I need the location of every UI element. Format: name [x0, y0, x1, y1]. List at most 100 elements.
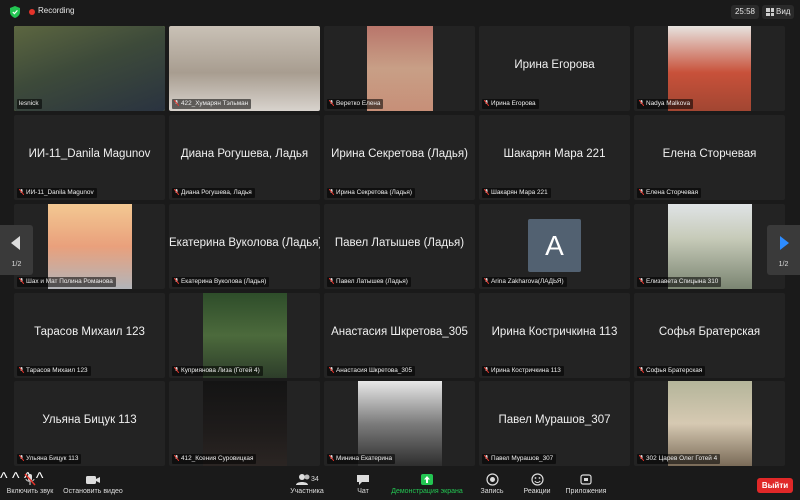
participant-label-text: Arina Zakharova(ЛАДЬЯ)	[491, 278, 564, 285]
participant-label-text: Анастасия Шкретова_305	[336, 367, 413, 374]
participant-label: Arina Zakharova(ЛАДЬЯ)	[482, 277, 567, 287]
participant-label: Диана Рогушева, Ладья	[172, 188, 255, 198]
next-page-button[interactable]: 1/2	[767, 225, 800, 275]
participant-tile[interactable]: A Arina Zakharova(ЛАДЬЯ)	[479, 204, 630, 289]
participant-label-text: ИИ-11_Danila Magunov	[26, 189, 94, 196]
participant-tile[interactable]: Тарасов Михаил 123 Тарасов Михаил 123	[14, 293, 165, 378]
participant-tile[interactable]: Минина Екатерина	[324, 381, 475, 466]
record-button[interactable]: Запись	[478, 473, 506, 495]
participant-name: Шакарян Мара 221	[503, 148, 606, 160]
participant-label: Екатерина Вуколова (Ладья)	[172, 277, 270, 287]
record-icon	[485, 473, 499, 486]
participants-icon: 34	[296, 474, 319, 485]
participant-tile[interactable]: Ульяна Бицук 113 Ульяна Бицук 113	[14, 381, 165, 466]
participant-label-text: Веретко Елена	[336, 100, 381, 107]
mic-muted-icon	[484, 100, 489, 106]
participant-label: Павел Латышев (Ладья)	[327, 277, 411, 287]
stop-video-button[interactable]: Остановить видео	[60, 473, 126, 495]
unmute-button[interactable]: Включить звук	[4, 473, 56, 495]
participant-tile[interactable]: 422_Хумарян Тэльман	[169, 26, 320, 111]
apps-button[interactable]: Приложения	[564, 473, 608, 495]
top-bar: Recording 25:58 Вид	[0, 0, 800, 24]
participant-label: Шах и Мат Полина Романова	[17, 277, 116, 287]
recording-label: Recording	[38, 6, 75, 15]
participant-tile[interactable]: Шах и Мат Полина Романова	[14, 204, 165, 289]
participant-label-text: Диана Рогушева, Ладья	[181, 189, 252, 196]
participant-name: Павел Мурашов_307	[498, 414, 611, 426]
leave-meeting-button[interactable]: Выйти	[757, 478, 793, 493]
mic-muted-icon	[19, 189, 24, 195]
share-screen-button[interactable]: Демонстрация экрана	[388, 473, 466, 495]
arrow-right-icon	[780, 236, 789, 250]
participant-name: Ирина Секретова (Ладья)	[331, 148, 468, 160]
participant-tile[interactable]: Nadya Malkova	[634, 26, 785, 111]
participant-name: Тарасов Михаил 123	[34, 326, 145, 338]
meeting-timer: 25:58	[731, 5, 759, 19]
share-screen-label: Демонстрация экрана	[391, 488, 463, 495]
participant-label-text: Павел Мурашов_307	[491, 455, 554, 462]
grid-view-icon	[766, 8, 774, 16]
participant-label: 302 Царев Олег Готей 4	[637, 454, 721, 464]
participant-label-text: Елизавета Спицына 310	[646, 278, 719, 285]
participant-tile[interactable]: Ирина Костричкина 113 Ирина Костричкина 1…	[479, 293, 630, 378]
mic-muted-icon	[639, 189, 644, 195]
participant-label: lesnick	[17, 99, 42, 109]
bottom-toolbar: Включить звук ^ Остановить видео ^ 34 Уч…	[0, 470, 800, 500]
apps-icon	[580, 474, 592, 485]
chat-bubble-icon	[357, 475, 369, 485]
participant-tile[interactable]: Елизавета Спицына 310	[634, 204, 785, 289]
participant-label-text: Nadya Malkova	[646, 100, 691, 107]
mic-muted-icon	[329, 100, 334, 106]
participant-label: Куприянова Лиза (Готей 4)	[172, 366, 263, 376]
shield-icon[interactable]	[10, 6, 20, 18]
mic-muted-icon	[174, 455, 179, 461]
participant-label-text: Тарасов Михаил 123	[26, 367, 88, 374]
mic-muted-icon	[19, 278, 24, 284]
participant-tile[interactable]: Елена Сторчевая Елена Сторчевая	[634, 115, 785, 200]
participant-name: Ирина Егорова	[514, 59, 595, 71]
participant-label-text: 302 Царев Олег Готей 4	[646, 455, 718, 462]
participant-label: 422_Хумарян Тэльман	[172, 99, 252, 109]
reactions-label: Реакции	[523, 488, 551, 495]
smiley-icon	[530, 473, 544, 486]
participant-label-text: Ирина Костричкина 113	[491, 367, 561, 374]
participant-tile[interactable]: Павел Мурашов_307 Павел Мурашов_307	[479, 381, 630, 466]
participant-tile[interactable]: Ирина Секретова (Ладья) Ирина Секретова (…	[324, 115, 475, 200]
recording-dot-icon	[29, 9, 35, 15]
participant-tile[interactable]: Веретко Елена	[324, 26, 475, 111]
gallery-grid: lesnick 422_Хумарян Тэльман Веретко Елена И…	[14, 26, 786, 466]
mic-muted-icon	[174, 367, 179, 373]
reactions-button[interactable]: Реакции	[520, 473, 554, 495]
participant-tile[interactable]: Куприянова Лиза (Готей 4)	[169, 293, 320, 378]
chat-button[interactable]: Чат	[348, 473, 378, 495]
participant-tile[interactable]: Шакарян Мара 221 Шакарян Мара 221	[479, 115, 630, 200]
participant-name: Павел Латышев (Ладья)	[334, 237, 465, 249]
participant-tile[interactable]: 412_Ксения Суровицкая	[169, 381, 320, 466]
participants-button[interactable]: 34 Участника	[286, 473, 328, 495]
participant-tile[interactable]: Павел Латышев (Ладья) Павел Латышев (Ладь…	[324, 204, 475, 289]
participant-tile[interactable]: Екатерина Вуколова (Ладья) Екатерина Вуко…	[169, 204, 320, 289]
view-button[interactable]: Вид	[762, 5, 794, 19]
participant-tile[interactable]: Софья Братерская Софья Братерская	[634, 293, 785, 378]
mic-muted-icon	[329, 278, 334, 284]
participant-label: Nadya Malkova	[637, 99, 694, 109]
avatar: A	[528, 219, 581, 272]
participant-tile[interactable]: Анастасия Шкретова_305 Анастасия Шкретова…	[324, 293, 475, 378]
participant-tile[interactable]: lesnick	[14, 26, 165, 111]
participant-tile[interactable]: ИИ-11_Danila Magunov ИИ-11_Danila Magunov	[14, 115, 165, 200]
participant-label-text: Куприянова Лиза (Готей 4)	[181, 367, 260, 374]
participant-label: Павел Мурашов_307	[482, 454, 557, 464]
mic-muted-icon	[329, 455, 334, 461]
participant-tile[interactable]: 302 Царев Олег Готей 4	[634, 381, 785, 466]
participant-name: Диана Рогушева, Ладья	[180, 148, 309, 160]
arrow-left-icon	[11, 236, 20, 250]
participant-tile[interactable]: Ирина Егорова Ирина Егорова	[479, 26, 630, 111]
participant-label: Минина Екатерина	[327, 454, 396, 464]
participant-tile[interactable]: Диана Рогушева, Ладья Диана Рогушева, Лад…	[169, 115, 320, 200]
previous-page-button[interactable]: 1/2	[0, 225, 33, 275]
page-indicator-left: 1/2	[11, 261, 22, 268]
participant-label: Анастасия Шкретова_305	[327, 366, 416, 376]
participant-name: Ирина Костричкина 113	[491, 326, 618, 338]
view-label: Вид	[776, 7, 791, 16]
participant-label-text: Павел Латышев (Ладья)	[336, 278, 408, 285]
